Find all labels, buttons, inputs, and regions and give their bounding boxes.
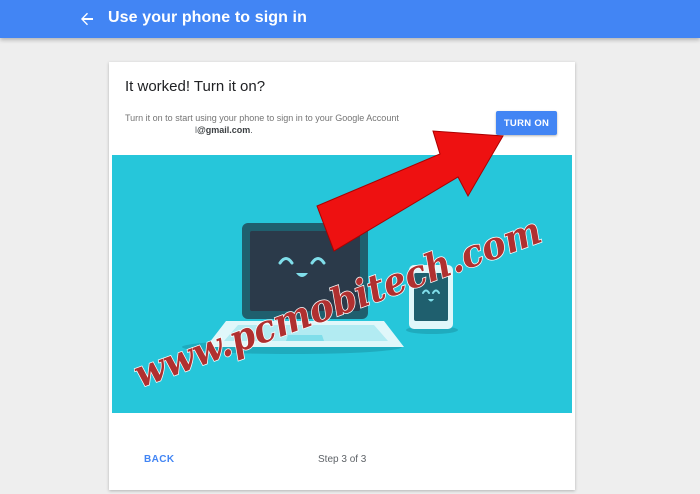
phone-screen xyxy=(414,273,448,321)
back-button[interactable]: BACK xyxy=(144,454,175,465)
card-description: Turn it on to start using your phone to … xyxy=(125,113,399,123)
card-title: It worked! Turn it on? xyxy=(125,78,266,95)
app-header: Use your phone to sign in xyxy=(0,0,700,38)
account-email: l@gmail.com. xyxy=(195,125,253,135)
email-domain: @gmail.com xyxy=(197,125,251,135)
sign-in-card: It worked! Turn it on? Turn it on to sta… xyxy=(109,62,575,490)
step-indicator: Step 3 of 3 xyxy=(318,454,367,465)
back-arrow-button[interactable] xyxy=(74,6,100,32)
arrow-back-icon xyxy=(81,12,93,26)
email-suffix: . xyxy=(250,125,253,135)
laptop-touchpad xyxy=(286,335,324,341)
page-title: Use your phone to sign in xyxy=(108,9,307,26)
laptop-screen xyxy=(250,231,360,311)
laptop-phone-illustration xyxy=(182,223,458,354)
turn-on-button[interactable]: TURN ON xyxy=(496,111,557,135)
illustration-panel xyxy=(112,155,572,413)
